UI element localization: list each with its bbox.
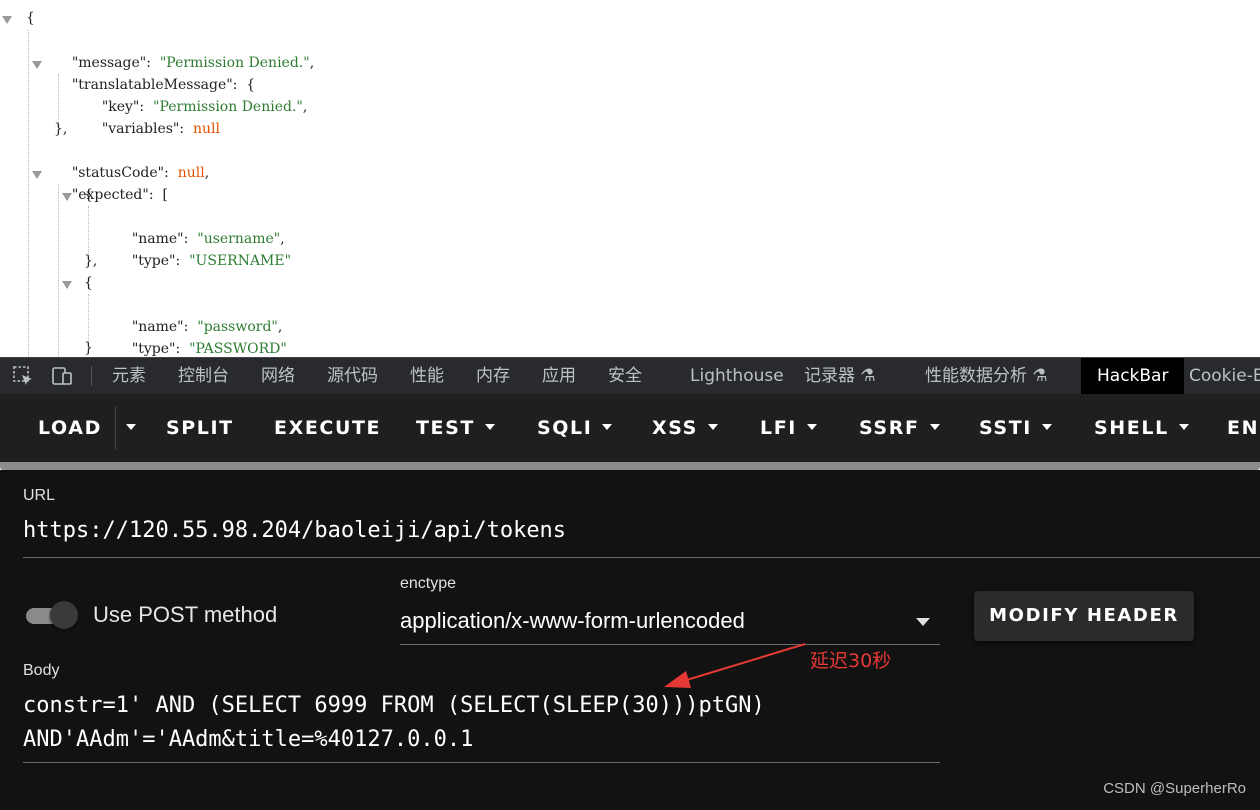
json-value-null: null xyxy=(193,121,220,137)
json-viewer: { "message": "Permission Denied.", "tran… xyxy=(0,0,1260,357)
json-line-variables: "variables": null xyxy=(101,121,220,137)
url-input[interactable]: https://120.55.98.204/baoleiji/api/token… xyxy=(23,518,566,543)
execute-button[interactable]: EXECUTE xyxy=(274,394,381,462)
json-line-status-code: "statusCode": null, xyxy=(71,165,210,181)
dropdown-caret-icon xyxy=(1178,424,1189,430)
devtools-tab-bar: 元素 控制台 网络 源代码 性能 内存 应用 安全 Lighthouse 记录器… xyxy=(0,357,1260,394)
tab-memory[interactable]: 内存 xyxy=(476,358,510,394)
tab-application[interactable]: 应用 xyxy=(542,358,576,394)
collapse-triangle-icon[interactable] xyxy=(32,61,42,69)
post-method-toggle[interactable] xyxy=(24,600,80,630)
dropdown-caret-icon xyxy=(126,424,136,430)
json-line-close-object: }, xyxy=(54,121,68,137)
tab-recorder[interactable]: 记录器 ⚗ xyxy=(804,358,876,394)
enctype-value: application/x-www-form-urlencoded xyxy=(400,608,745,633)
tab-elements[interactable]: 元素 xyxy=(112,358,146,394)
json-line-open-brace: { xyxy=(26,10,35,26)
json-value-password-type: "PASSWORD" xyxy=(189,341,287,357)
json-line-type: "type": "USERNAME" xyxy=(131,253,292,269)
body-line-2[interactable]: AND'AAdm'='AAdm&title=%40127.0.0.1 xyxy=(23,727,473,752)
tab-hackbar[interactable]: HackBar xyxy=(1081,358,1185,394)
tab-sources[interactable]: 源代码 xyxy=(327,358,378,394)
encoding-menu-button[interactable]: ENC xyxy=(1227,394,1260,462)
device-toolbar-icon[interactable] xyxy=(51,365,73,387)
json-line-open-brace: { xyxy=(84,275,93,291)
enctype-underline xyxy=(400,644,940,645)
post-method-label: Use POST method xyxy=(93,602,278,627)
dropdown-caret-icon xyxy=(707,424,718,430)
inspect-element-icon[interactable] xyxy=(12,365,34,387)
hackbar-panel: URL https://120.55.98.204/baoleiji/api/t… xyxy=(0,470,1260,810)
json-line-expected: "expected": [ xyxy=(71,187,168,203)
modify-header-button[interactable]: MODIFY HEADER xyxy=(974,591,1194,641)
toolbar-divider xyxy=(0,462,1260,470)
json-line-type: "type": "PASSWORD" xyxy=(131,341,287,357)
tab-cookie-editor[interactable]: Cookie-Ed xyxy=(1189,358,1260,394)
toggle-knob xyxy=(50,601,78,629)
json-line-open-brace: { xyxy=(84,187,93,203)
collapse-triangle-icon[interactable] xyxy=(2,16,12,24)
json-indent-guide xyxy=(28,30,29,357)
json-line-translatable-message: "translatableMessage": { xyxy=(71,77,256,93)
body-input-underline xyxy=(23,762,940,763)
tab-performance-insights[interactable]: 性能数据分析 ⚗ xyxy=(925,358,1048,394)
enctype-select[interactable]: application/x-www-form-urlencoded xyxy=(400,606,940,644)
dropdown-caret-icon xyxy=(1041,424,1052,430)
watermark: CSDN @SuperherRo xyxy=(1103,780,1246,797)
test-menu-button[interactable]: TEST xyxy=(416,394,495,462)
enctype-label: enctype xyxy=(400,575,457,592)
collapse-triangle-icon[interactable] xyxy=(32,171,42,179)
chevron-down-icon xyxy=(916,618,930,626)
lfi-menu-button[interactable]: LFI xyxy=(760,394,817,462)
dropdown-caret-icon xyxy=(484,424,495,430)
tab-network[interactable]: 网络 xyxy=(261,358,295,394)
xss-menu-button[interactable]: XSS xyxy=(652,394,718,462)
sqli-menu-button[interactable]: SQLI xyxy=(537,394,613,462)
dropdown-caret-icon xyxy=(806,424,817,430)
json-indent-guide xyxy=(88,206,89,256)
toolbar-separator xyxy=(91,366,92,386)
shell-menu-button[interactable]: SHELL xyxy=(1094,394,1189,462)
dropdown-caret-icon xyxy=(602,424,613,430)
split-button[interactable]: SPLIT xyxy=(166,394,234,462)
tab-security[interactable]: 安全 xyxy=(608,358,642,394)
json-line-close-object: }, xyxy=(84,253,98,269)
body-label: Body xyxy=(23,662,60,679)
tab-performance[interactable]: 性能 xyxy=(410,358,444,394)
json-value-username-type: "USERNAME" xyxy=(189,253,292,269)
dropdown-caret-icon xyxy=(929,424,940,430)
json-line-name: "name": "username", xyxy=(131,231,285,247)
collapse-triangle-icon[interactable] xyxy=(62,281,72,289)
tab-console[interactable]: 控制台 xyxy=(178,358,229,394)
json-line-message: "message": "Permission Denied.", xyxy=(71,55,315,71)
url-input-underline xyxy=(23,557,1260,558)
load-button[interactable]: LOAD xyxy=(38,394,102,462)
json-value-null: null xyxy=(177,165,205,181)
load-dropdown-button[interactable] xyxy=(116,394,136,462)
json-line-key: "key": "Permission Denied.", xyxy=(101,99,308,115)
json-line-name: "name": "password", xyxy=(131,319,283,335)
url-label: URL xyxy=(23,487,56,504)
annotation-label: 延迟30秒 xyxy=(810,650,892,672)
ssti-menu-button[interactable]: SSTI xyxy=(979,394,1052,462)
json-line-close-brace: } xyxy=(84,340,93,356)
hackbar-toolbar: LOAD SPLIT EXECUTE TEST SQLI XSS LFI SSR… xyxy=(0,394,1260,462)
body-line-1[interactable]: constr=1' AND (SELECT 6999 FROM (SELECT(… xyxy=(23,693,765,718)
tab-lighthouse[interactable]: Lighthouse xyxy=(690,358,784,394)
ssrf-menu-button[interactable]: SSRF xyxy=(859,394,940,462)
